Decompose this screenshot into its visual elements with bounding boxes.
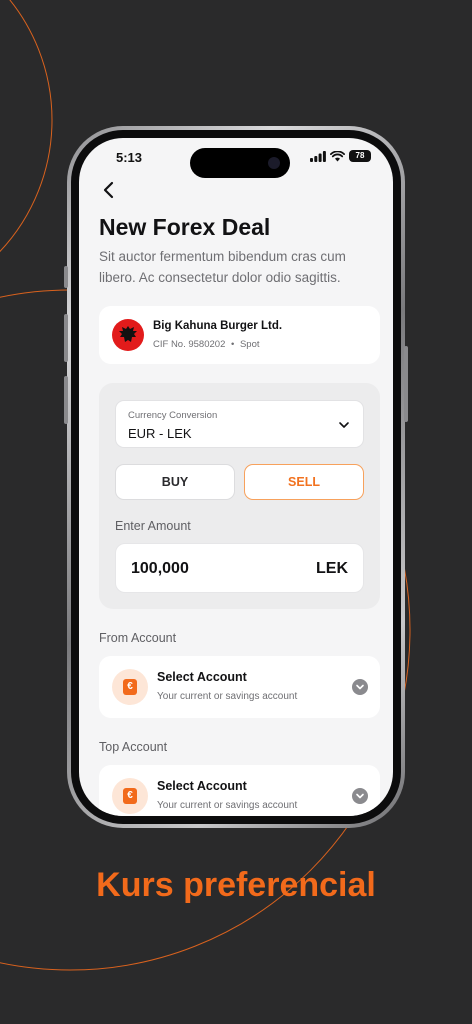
amount-label: Enter Amount	[115, 519, 191, 533]
from-account-select[interactable]: € Select Account Your current or savings…	[99, 656, 380, 718]
company-cif: CIF No. 9580202	[153, 339, 226, 350]
currency-conversion-select[interactable]: Currency Conversion EUR - LEK	[115, 400, 364, 448]
company-name: Big Kahuna Burger Ltd.	[153, 320, 283, 332]
back-arrow-icon[interactable]	[99, 180, 119, 200]
wifi-icon	[330, 150, 345, 161]
deal-form-card: Currency Conversion EUR - LEK BUY SELL E…	[99, 383, 380, 609]
chevron-down-icon	[352, 679, 368, 695]
currency-conversion-label: Currency Conversion	[128, 410, 218, 421]
marketing-tagline: Kurs preferencial	[96, 866, 376, 904]
top-account-label: Top Account	[99, 740, 168, 754]
battery-icon: 78	[349, 150, 371, 162]
page-title: New Forex Deal	[99, 214, 271, 240]
amount-input[interactable]: 100,000 LEK	[115, 543, 364, 593]
deal-type: Spot	[239, 339, 260, 350]
account-icon: €	[112, 778, 148, 814]
currency-conversion-value: EUR - LEK	[128, 426, 192, 441]
top-account-select[interactable]: € Select Account Your current or savings…	[99, 765, 380, 816]
phone-frame: 5:13 78 New Forex Deal Sit auctor fermen…	[64, 126, 408, 828]
app-screen: 5:13 78 New Forex Deal Sit auctor fermen…	[79, 138, 393, 816]
from-account-label: From Account	[99, 631, 177, 645]
dynamic-island	[190, 148, 290, 178]
company-card[interactable]: Big Kahuna Burger Ltd. CIF No. 9580202 •…	[99, 306, 380, 364]
chevron-down-icon	[352, 788, 368, 804]
albania-flag-icon	[112, 319, 144, 351]
amount-currency: LEK	[316, 560, 348, 577]
page-subtitle: Sit auctor fermentum bibendum cras cum l…	[99, 249, 346, 285]
from-account-subtitle: Your current or savings account	[157, 691, 298, 702]
company-meta: CIF No. 9580202 • Spot	[153, 339, 260, 350]
sell-button[interactable]: SELL	[244, 464, 364, 500]
top-account-title: Select Account	[157, 779, 247, 793]
top-account-subtitle: Your current or savings account	[157, 800, 298, 811]
chevron-down-icon	[339, 422, 349, 428]
meta-separator: •	[231, 339, 235, 350]
status-icons: 78	[310, 150, 371, 162]
amount-value: 100,000	[131, 560, 189, 577]
status-time: 5:13	[116, 150, 143, 165]
buy-button[interactable]: BUY	[115, 464, 235, 500]
account-icon: €	[112, 669, 148, 705]
from-account-title: Select Account	[157, 670, 247, 684]
signal-icon	[310, 150, 326, 162]
